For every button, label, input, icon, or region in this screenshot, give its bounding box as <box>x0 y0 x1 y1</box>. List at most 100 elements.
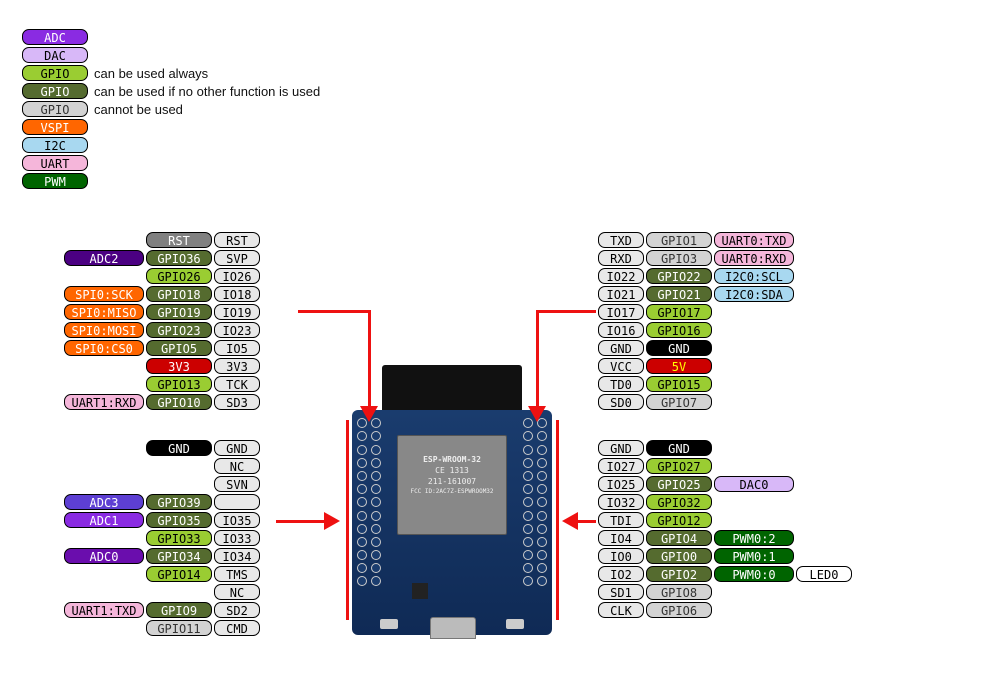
fn-tag: SPI0:SCK <box>64 286 144 302</box>
pin-holes-l1 <box>356 415 368 590</box>
gpio-tag: GPIO35 <box>146 512 212 528</box>
legend: ADCDACGPIOcan be used alwaysGPIOcan be u… <box>22 28 320 190</box>
gpio-tag: GPIO34 <box>146 548 212 564</box>
gpio-tag: GND <box>646 340 712 356</box>
legend-tag-5: VSPI <box>22 119 88 135</box>
pin-tag: IO4 <box>598 530 644 546</box>
button-right <box>506 619 524 629</box>
gpio-tag: 5V <box>646 358 712 374</box>
pin-tag: IO21 <box>598 286 644 302</box>
red-bar-left <box>346 420 349 620</box>
pin-tag: IO16 <box>598 322 644 338</box>
pin-tag: GND <box>598 340 644 356</box>
fn-tag: SPI0:MOSI <box>64 322 144 338</box>
legend-tag-8: PWM <box>22 173 88 189</box>
gpio-tag: GPIO13 <box>146 376 212 392</box>
pin-tag: IO0 <box>598 548 644 564</box>
fn-tag: SPI0:CS0 <box>64 340 144 356</box>
pin-holes-l2 <box>370 415 382 590</box>
fn-tag: I2C0:SDA <box>714 286 794 302</box>
fn-tag: I2C0:SCL <box>714 268 794 284</box>
pin-tag: IO5 <box>214 340 260 356</box>
gpio-tag: GPIO2 <box>646 566 712 582</box>
arrow-br-stem <box>576 520 596 523</box>
pin-tag: NC <box>214 584 260 600</box>
legend-tag-4: GPIO <box>22 101 88 117</box>
pin-tag: IO34 <box>214 548 260 564</box>
gpio-tag: GPIO7 <box>646 394 712 410</box>
fn-tag: ADC3 <box>64 494 144 510</box>
gpio-tag: GPIO1 <box>646 232 712 248</box>
button-left <box>380 619 398 629</box>
gpio-tag: GPIO19 <box>146 304 212 320</box>
pin-tag: SVN <box>214 476 260 492</box>
legend-tag-3: GPIO <box>22 83 88 99</box>
arrow-tl-stem-v <box>368 310 371 408</box>
gpio-tag: GPIO5 <box>146 340 212 356</box>
chip-line-4: FCC ID:2AC7Z-ESPWROOM32 <box>398 488 506 496</box>
pin-tag: GND <box>598 440 644 456</box>
gpio-tag: GPIO32 <box>646 494 712 510</box>
fn-tag: DAC0 <box>714 476 794 492</box>
pin-tag: VCC <box>598 358 644 374</box>
pin-tag: IO23 <box>214 322 260 338</box>
pin-tag: SD2 <box>214 602 260 618</box>
pin-tag: IO19 <box>214 304 260 320</box>
gpio-tag: GPIO18 <box>146 286 212 302</box>
fn-tag: PWM0:1 <box>714 548 794 564</box>
arrow-tr-head <box>528 406 546 422</box>
pin-tag: GND <box>214 440 260 456</box>
fn-tag: ADC1 <box>64 512 144 528</box>
gpio-tag: GPIO15 <box>646 376 712 392</box>
antenna <box>382 365 522 410</box>
pin-tag: TMS <box>214 566 260 582</box>
pin-tag: RXD <box>598 250 644 266</box>
pin-column-bottom-left: GNDGNDNCSVNADC3GPIO39ADC1GPIO35IO35GPIO3… <box>62 440 260 638</box>
gpio-tag: GND <box>646 440 712 456</box>
pin-tag: IO18 <box>214 286 260 302</box>
legend-tag-1: DAC <box>22 47 88 63</box>
gpio-tag: GPIO17 <box>646 304 712 320</box>
usb-port <box>430 617 476 639</box>
arrow-tl-stem-h <box>298 310 370 313</box>
chip-module: ESP-WROOM-32 CE 1313 211-161007 FCC ID:2… <box>397 435 507 535</box>
pin-tag: CLK <box>598 602 644 618</box>
legend-note-2: can be used always <box>94 66 208 81</box>
pin-tag <box>214 494 260 510</box>
pin-tag: SVP <box>214 250 260 266</box>
pin-tag: TXD <box>598 232 644 248</box>
pin-tag: IO33 <box>214 530 260 546</box>
arrow-bl-head <box>324 512 340 530</box>
gpio-tag: 3V3 <box>146 358 212 374</box>
arrow-tr-stem-h <box>536 310 596 313</box>
fn-tag: SPI0:MISO <box>64 304 144 320</box>
gpio-tag: GPIO39 <box>146 494 212 510</box>
chip-line-3: 211-161007 <box>398 476 506 487</box>
gpio-tag: GPIO10 <box>146 394 212 410</box>
gpio-tag: GPIO23 <box>146 322 212 338</box>
pin-tag: 3V3 <box>214 358 260 374</box>
legend-note-4: cannot be used <box>94 102 183 117</box>
pin-tag: NC <box>214 458 260 474</box>
fn-tag: UART1:RXD <box>64 394 144 410</box>
fn-tag: PWM0:2 <box>714 530 794 546</box>
gpio-tag: GPIO26 <box>146 268 212 284</box>
gpio-tag: GPIO0 <box>646 548 712 564</box>
gpio-tag: GPIO4 <box>646 530 712 546</box>
gpio-tag: GPIO21 <box>646 286 712 302</box>
pin-tag: IO26 <box>214 268 260 284</box>
fn2-tag: LED0 <box>796 566 852 582</box>
pin-column-bottom-right: GNDGNDIO27GPIO27IO25GPIO25DAC0IO32GPIO32… <box>598 440 854 620</box>
board-illustration: ESP-WROOM-32 CE 1313 211-161007 FCC ID:2… <box>352 410 552 635</box>
pin-tag: IO22 <box>598 268 644 284</box>
fn-tag: ADC2 <box>64 250 144 266</box>
gpio-tag: GPIO11 <box>146 620 212 636</box>
gpio-tag: GPIO36 <box>146 250 212 266</box>
pin-column-top-left: RSTRSTADC2GPIO36SVPGPIO26IO26SPI0:SCKGPI… <box>62 232 260 412</box>
arrow-tl-head <box>360 406 378 422</box>
pin-tag: SD1 <box>598 584 644 600</box>
legend-tag-7: UART <box>22 155 88 171</box>
pin-tag: TDI <box>598 512 644 528</box>
pin-holes-r1 <box>536 415 548 590</box>
pin-tag: IO35 <box>214 512 260 528</box>
